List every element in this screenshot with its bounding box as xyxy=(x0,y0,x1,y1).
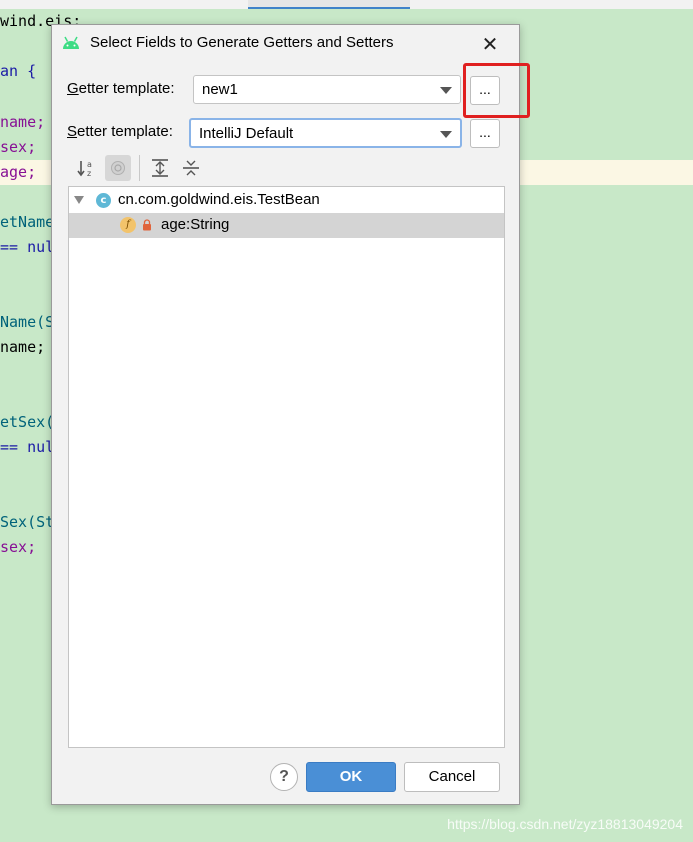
close-button[interactable]: ✕ xyxy=(477,31,503,57)
setter-template-value: IntelliJ Default xyxy=(199,125,294,142)
collapse-all-button[interactable] xyxy=(178,155,204,181)
setter-template-select[interactable]: IntelliJ Default xyxy=(189,118,462,148)
sort-alphabetically-button[interactable]: a z xyxy=(74,155,100,181)
dialog-title: Select Fields to Generate Getters and Se… xyxy=(90,34,394,51)
getter-template-select[interactable]: new1 xyxy=(193,75,461,104)
field-name: age:String xyxy=(161,216,230,233)
field-icon: f xyxy=(120,217,136,233)
chevron-down-icon xyxy=(440,131,452,138)
dialog-title-bar[interactable]: Select Fields to Generate Getters and Se… xyxy=(52,25,519,63)
code-line: age; xyxy=(0,163,37,181)
expand-all-icon xyxy=(152,159,168,177)
class-filter-icon xyxy=(111,161,125,175)
class-name: cn.com.goldwind.eis.TestBean xyxy=(118,191,320,208)
highlight-annotation xyxy=(463,63,530,118)
member-tree[interactable]: c cn.com.goldwind.eis.TestBean f age:Str… xyxy=(68,186,505,748)
class-icon: c xyxy=(96,193,111,208)
sort-alpha-icon: a z xyxy=(77,160,92,178)
lock-icon xyxy=(143,219,151,231)
code-line: sex; xyxy=(0,538,37,556)
collapse-arrow-icon[interactable] xyxy=(74,196,84,204)
toolbar-separator xyxy=(139,155,140,181)
code-line: name; xyxy=(0,338,46,356)
cancel-button[interactable]: Cancel xyxy=(404,762,500,792)
show-classes-toggle[interactable] xyxy=(105,155,131,181)
android-icon xyxy=(63,36,79,49)
ok-button[interactable]: OK xyxy=(306,762,396,792)
getter-template-value: new1 xyxy=(202,81,238,98)
close-icon: ✕ xyxy=(481,32,499,56)
editor-tab-strip xyxy=(0,0,693,9)
setter-template-edit-button[interactable]: ... xyxy=(470,119,500,148)
code-line: sex; xyxy=(0,138,37,156)
help-button[interactable]: ? xyxy=(270,763,298,791)
tree-field-row[interactable]: f age:String xyxy=(69,213,504,238)
generate-getters-setters-dialog: Select Fields to Generate Getters and Se… xyxy=(51,24,520,805)
svg-text:z: z xyxy=(87,169,91,178)
code-line: an { xyxy=(0,62,37,80)
getter-template-label: Getter template: xyxy=(67,80,175,97)
chevron-down-icon xyxy=(440,87,452,94)
active-editor-tab[interactable] xyxy=(248,0,410,9)
watermark: https://blog.csdn.net/zyz18813049204 xyxy=(447,816,683,832)
code-line: name; xyxy=(0,113,46,131)
code-line: == nul xyxy=(0,238,55,256)
expand-all-button[interactable] xyxy=(147,155,173,181)
svg-text:a: a xyxy=(87,160,92,169)
tree-class-row[interactable]: c cn.com.goldwind.eis.TestBean xyxy=(69,188,504,213)
collapse-all-icon xyxy=(183,160,199,176)
setter-template-label: Setter template: xyxy=(67,123,173,140)
